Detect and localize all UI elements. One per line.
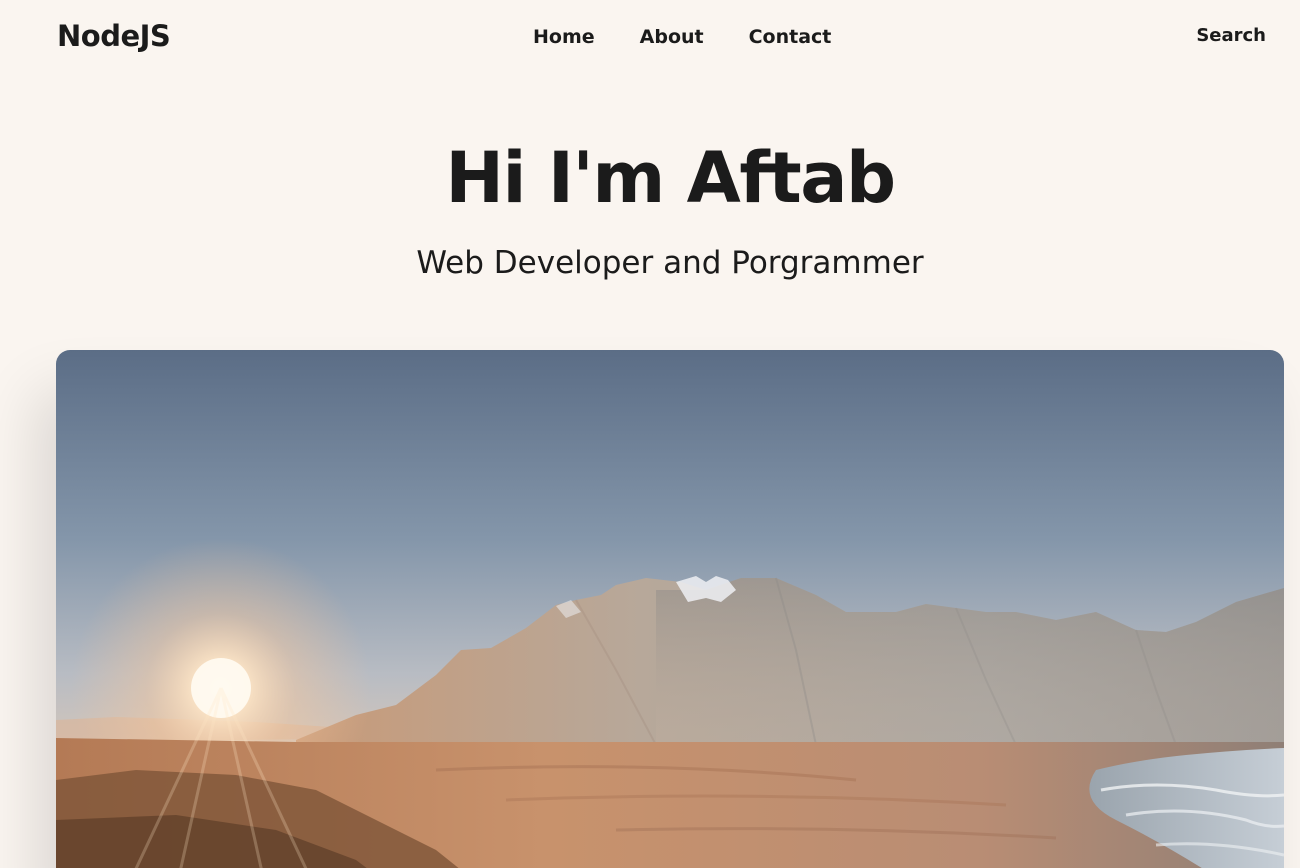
search-link[interactable]: Search (1196, 23, 1266, 49)
navbar: NodeJS Home About Contact Search (0, 0, 1300, 72)
nav-links: Home About Contact (533, 24, 831, 50)
hero-landscape-image (56, 350, 1284, 868)
nav-link-about[interactable]: About (640, 24, 704, 50)
nav-link-home[interactable]: Home (533, 24, 595, 50)
nav-link-contact[interactable]: Contact (749, 24, 832, 50)
page: NodeJS Home About Contact Search Hi I'm … (0, 0, 1300, 868)
landscape-photo (56, 350, 1284, 868)
hero-section: Hi I'm Aftab Web Developer and Porgramme… (0, 130, 1300, 283)
hero-subtitle: Web Developer and Porgrammer (416, 245, 924, 281)
hero-title: Hi I'm Aftab (445, 137, 896, 219)
brand-logo[interactable]: NodeJS (57, 17, 171, 55)
